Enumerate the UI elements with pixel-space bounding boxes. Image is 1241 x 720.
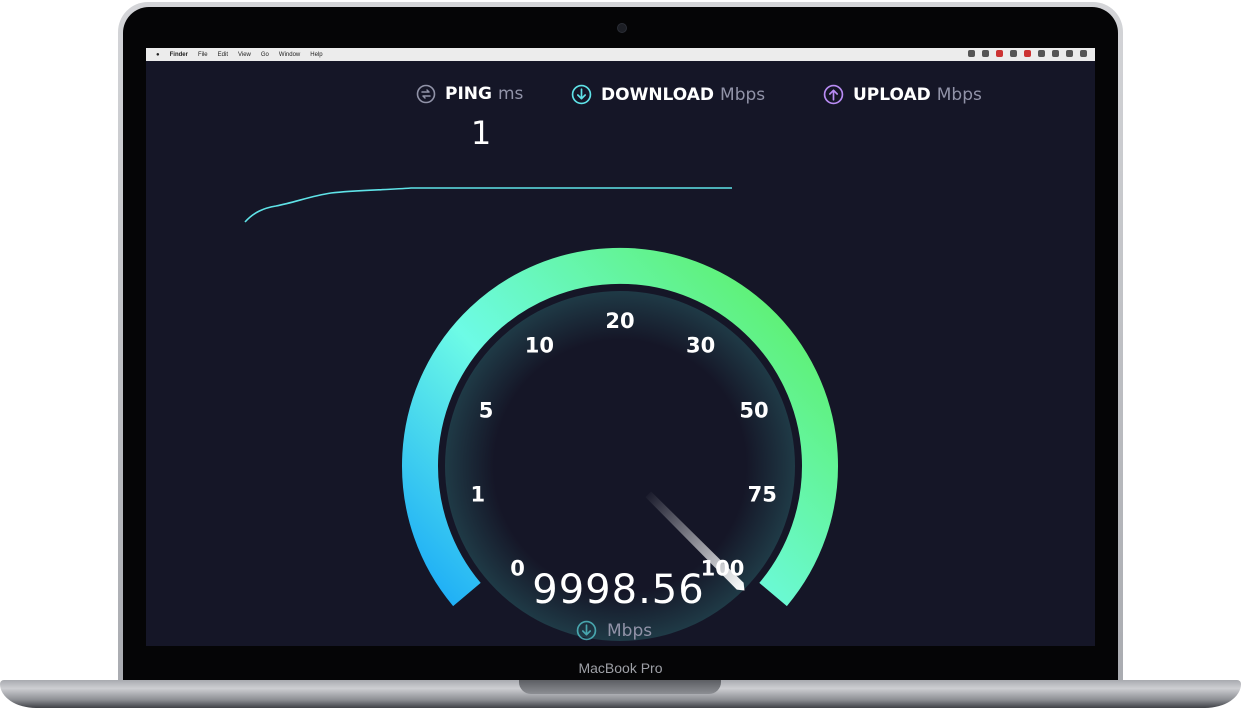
gauge-tick-50: 50 — [739, 399, 768, 423]
speed-gauge: 0151020305075100 — [244, 186, 838, 641]
speed-unit-label: Mbps — [607, 620, 653, 641]
gauge-tick-1: 1 — [470, 482, 485, 506]
download-arrow-icon — [576, 620, 597, 641]
camera-icon — [617, 23, 627, 33]
device-label: MacBook Pro — [578, 660, 663, 676]
speed-unit: Mbps — [576, 620, 652, 641]
speed-value: 9998.56 — [532, 567, 705, 613]
laptop-notch — [519, 680, 721, 694]
gauge-tick-10: 10 — [525, 333, 554, 357]
gauge-tick-75: 75 — [748, 482, 777, 506]
gauge-tick-30: 30 — [686, 333, 715, 357]
gauge-tick-20: 20 — [605, 309, 634, 333]
gauge-tick-5: 5 — [479, 399, 494, 423]
screen: ● Finder File Edit View Go Window Help P… — [146, 48, 1095, 646]
speed-graph-line — [244, 186, 733, 223]
